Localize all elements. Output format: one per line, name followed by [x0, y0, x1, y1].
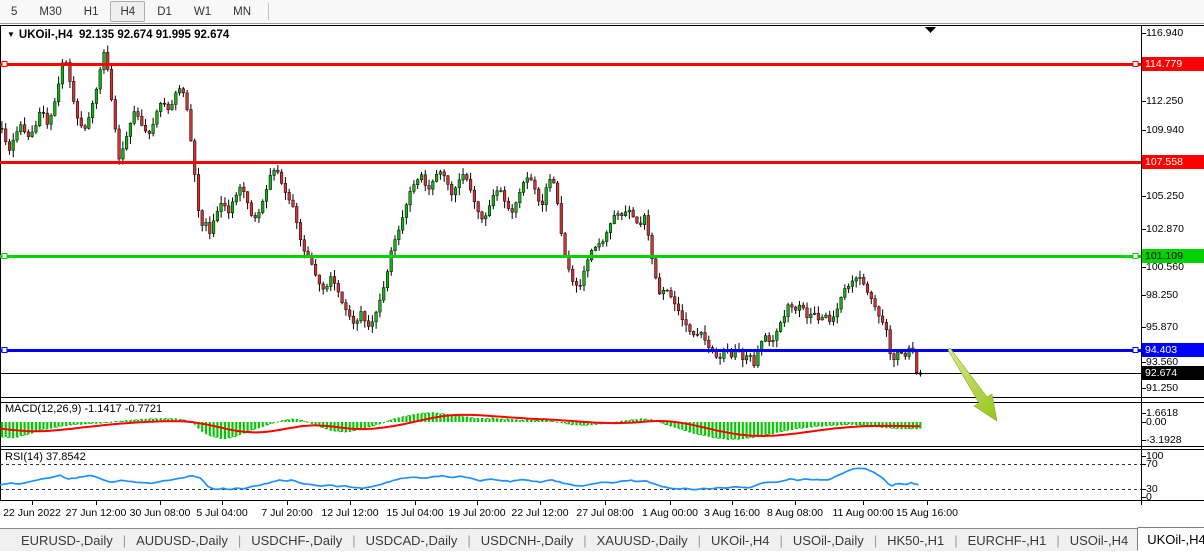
tab-usdcnh-daily[interactable]: USDCNH-,Daily: [472, 529, 582, 551]
chart-shift-marker-icon: [925, 27, 936, 33]
price-badge-92.674: 92.674: [1142, 366, 1204, 380]
date-axis-label: 3 Aug 16:00: [704, 507, 760, 519]
price-axis-label: 91.250: [1146, 382, 1178, 394]
price-axis-label: 102.870: [1146, 223, 1184, 235]
trend-arrow-annotation[interactable]: [948, 348, 997, 421]
tab-ukoil-h4[interactable]: UKOil-,H4: [702, 529, 779, 551]
macd-axis-label: 0.00: [1146, 416, 1166, 428]
timeframe-button-M30[interactable]: M30: [29, 1, 71, 22]
timeframe-button-5[interactable]: 5: [1, 1, 27, 22]
date-axis-label: 15 Aug 16:00: [896, 507, 958, 519]
chart-ohlc-values: 92.135 92.674 91.995 92.674: [79, 29, 229, 41]
date-axis-label: 30 Jun 08:00: [130, 507, 191, 519]
price-axis-label: 98.250: [1146, 289, 1178, 301]
tab-usoil-h4[interactable]: USOil-,H4: [1061, 529, 1138, 551]
tab-eurusd-daily[interactable]: EURUSD-,Daily: [12, 529, 122, 551]
price-chart-canvas[interactable]: [0, 0, 1204, 551]
chart-symbol-label: UKOil-,H4: [19, 29, 73, 41]
tab-xauusd-daily[interactable]: XAUUSD-,Daily: [588, 529, 697, 551]
toolbar-separator: [268, 3, 269, 20]
price-axis-label: 95.870: [1146, 321, 1178, 333]
price-axis-label: 105.250: [1146, 190, 1184, 202]
chart-title: ▼ UKOil-,H4 92.135 92.674 91.995 92.674: [7, 29, 229, 41]
macd-indicator-label: MACD(12,26,9) -1.1417 -0.7721: [5, 403, 162, 415]
price-badge-114.779: 114.779: [1142, 57, 1204, 71]
date-axis-label: 8 Aug 08:00: [767, 507, 823, 519]
macd-axis-label: -3.1928: [1146, 434, 1182, 446]
symbol-tabbar: EURUSD-,Daily|AUDUSD-,Daily|USDCHF-,Dail…: [0, 528, 1204, 551]
tab-hk50-h1[interactable]: HK50-,H1: [878, 529, 953, 551]
timeframe-button-MN[interactable]: MN: [223, 1, 261, 22]
tab-usoil-daily[interactable]: USOil-,Daily: [784, 529, 873, 551]
date-axis-label: 27 Jul 08:00: [576, 507, 633, 519]
date-axis-label: 1 Aug 00:00: [642, 507, 698, 519]
timeframe-toolbar: 5M30H1H4D1W1MN: [0, 0, 1204, 24]
date-axis-label: 15 Jul 04:00: [386, 507, 443, 519]
rsi-indicator-label: RSI(14) 37.8542: [5, 451, 86, 463]
tabs-holder: EURUSD-,Daily|AUDUSD-,Daily|USDCHF-,Dail…: [0, 529, 1204, 551]
date-axis-label: 22 Jun 2022: [3, 507, 61, 519]
timeframe-button-H1[interactable]: H1: [74, 1, 109, 22]
date-axis-label: 7 Jul 20:00: [261, 507, 312, 519]
price-badge-107.558: 107.558: [1142, 155, 1204, 169]
price-axis-label: 109.940: [1146, 124, 1184, 136]
timeframe-button-W1[interactable]: W1: [184, 1, 221, 22]
rsi-axis-label: 0: [1146, 491, 1152, 503]
date-axis-label: 22 Jul 12:00: [511, 507, 568, 519]
price-axis-label: 100.560: [1146, 261, 1184, 273]
timeframe-button-D1[interactable]: D1: [147, 1, 182, 22]
date-axis-label: 5 Jul 04:00: [196, 507, 247, 519]
chart-dropdown-icon[interactable]: ▼: [7, 30, 15, 39]
rsi-panel-graphics: [0, 465, 1141, 490]
tab-eurchf-h1[interactable]: EURCHF-,H1: [959, 529, 1056, 551]
tab-usdchf-daily[interactable]: USDCHF-,Daily: [242, 529, 351, 551]
tab-usdcad-daily[interactable]: USDCAD-,Daily: [357, 529, 467, 551]
date-axis-label: 27 Jun 12:00: [66, 507, 127, 519]
tab-ukoil-h4-active[interactable]: UKOil-,H4: [1137, 527, 1204, 551]
macd-panel-graphics: [0, 413, 920, 440]
tab-audusd-daily[interactable]: AUDUSD-,Daily: [127, 529, 237, 551]
date-axis-label: 12 Jul 12:00: [321, 507, 378, 519]
price-axis-label: 116.940: [1146, 27, 1183, 39]
timeframe-button-H4[interactable]: H4: [110, 1, 145, 22]
price-axis-label: 112.250: [1146, 95, 1183, 107]
rsi-axis-label: 70: [1146, 458, 1158, 470]
date-axis-label: 19 Jul 20:00: [448, 507, 505, 519]
price-badge-94.403: 94.403: [1142, 343, 1204, 357]
candlesticks: [1, 46, 922, 377]
date-axis-label: 11 Aug 00:00: [832, 507, 893, 519]
